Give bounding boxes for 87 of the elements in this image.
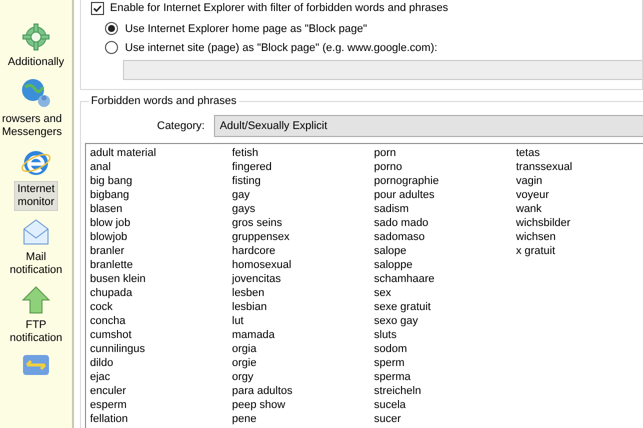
word-item[interactable]: sperm [374, 356, 405, 370]
word-item[interactable]: blasen [90, 202, 122, 216]
word-item[interactable]: sexe gratuit [374, 300, 431, 314]
word-item[interactable]: busen klein [90, 272, 146, 286]
sidebar-item[interactable]: Additionally [4, 54, 68, 71]
word-item[interactable]: chupada [90, 286, 132, 300]
radio-label: Use internet site (page) as "Block page" (e.g. www.google.com): [125, 42, 438, 54]
word-item[interactable]: concha [90, 314, 126, 328]
word-item[interactable]: transsexual [516, 160, 572, 174]
word-item[interactable]: pour adultes [374, 188, 435, 202]
word-item[interactable]: sadism [374, 202, 409, 216]
word-item[interactable]: sluts [374, 328, 397, 342]
word-item[interactable]: lesbian [232, 300, 267, 314]
word-item[interactable]: blow job [90, 216, 130, 230]
word-item[interactable]: big bang [90, 174, 132, 188]
word-item[interactable]: saloppe [374, 258, 413, 272]
word-item[interactable]: streicheln [374, 384, 422, 398]
word-item[interactable]: mamada [232, 328, 275, 342]
word-item[interactable]: porn [374, 146, 396, 160]
word-item[interactable]: sadomaso [374, 230, 425, 244]
word-item[interactable]: ejac [90, 370, 110, 384]
word-item[interactable]: wichsen [516, 230, 556, 244]
checkbox-label: Enable for Internet Explorer with filter of forbidden words and phrases [110, 2, 448, 14]
word-item[interactable]: fisting [232, 174, 261, 188]
checkbox[interactable] [91, 2, 104, 14]
sidebar-item[interactable]: FTP notification [6, 317, 66, 347]
word-item[interactable]: lut [232, 314, 244, 328]
word-item[interactable]: wichsbilder [516, 216, 570, 230]
word-item[interactable]: pene [232, 412, 256, 426]
word-item[interactable]: branlette [90, 258, 133, 272]
word-item[interactable]: tetas [516, 146, 540, 160]
category-label: Category: [157, 120, 205, 132]
word-item[interactable]: adult material [90, 146, 156, 160]
word-item[interactable]: branler [90, 244, 124, 258]
word-item[interactable]: schamhaare [374, 272, 435, 286]
radio-label: Use Internet Explorer home page as "Block page" [125, 22, 367, 34]
envelope-icon [21, 217, 51, 247]
word-item[interactable]: salope [374, 244, 406, 258]
sidebar-item[interactable]: Mail notification [6, 249, 66, 279]
word-item[interactable]: sodom [374, 342, 408, 356]
word-item[interactable]: voyeur [516, 188, 550, 202]
word-item[interactable]: gays [232, 202, 256, 216]
word-item[interactable]: hardcore [232, 244, 276, 258]
word-item[interactable]: porno [374, 160, 402, 174]
gear-icon [21, 22, 51, 52]
group-title: Forbidden words and phrases [89, 95, 239, 108]
word-item[interactable]: para adultos [232, 384, 293, 398]
word-item[interactable]: gruppensex [232, 230, 290, 244]
word-item[interactable]: jovencitas [232, 272, 281, 286]
word-item[interactable]: x gratuit [516, 244, 556, 258]
word-item[interactable]: sucela [374, 398, 406, 412]
category-dropdown[interactable]: Adult/Sexually Explicit [214, 115, 643, 137]
word-item[interactable]: vagin [516, 174, 542, 188]
word-item[interactable]: pornographie [374, 174, 439, 188]
word-item[interactable]: sperma [374, 370, 411, 384]
word-item[interactable]: wank [516, 202, 542, 216]
word-item[interactable]: orgia [232, 342, 256, 356]
radio-button[interactable] [105, 22, 118, 35]
word-item[interactable]: homosexual [232, 258, 292, 272]
word-item[interactable]: orgy [232, 370, 254, 384]
word-item[interactable]: enculer [90, 384, 126, 398]
word-item[interactable]: fetish [232, 146, 258, 160]
word-item[interactable]: anal [90, 160, 111, 174]
url-input-field[interactable] [123, 60, 642, 80]
up-arrow-icon [21, 285, 51, 315]
word-item[interactable]: sex [374, 286, 392, 300]
word-item[interactable]: fellation [90, 412, 128, 426]
word-item[interactable]: cock [90, 300, 113, 314]
word-item[interactable]: lesben [232, 286, 264, 300]
globe-icon [20, 77, 52, 109]
word-item[interactable]: dildo [90, 356, 114, 370]
sidebar-item[interactable]: rowsers and Messengers [0, 111, 65, 141]
word-item[interactable]: gros seins [232, 216, 282, 230]
word-item[interactable]: sado mado [374, 216, 428, 230]
word-item[interactable]: blowjob [90, 230, 128, 244]
word-item[interactable]: bigbang [90, 188, 130, 202]
word-item[interactable]: cumshot [90, 328, 132, 342]
word-item[interactable]: cunnilingus [90, 342, 146, 356]
word-item[interactable]: esperm [90, 398, 127, 412]
radio-button[interactable] [105, 41, 118, 54]
word-item[interactable]: peep show [232, 398, 286, 412]
word-item[interactable]: sucer [374, 412, 401, 426]
word-item[interactable]: sexo gay [374, 314, 418, 328]
word-item[interactable]: orgie [232, 356, 256, 370]
word-item[interactable]: gay [232, 188, 250, 202]
word-item[interactable]: fingered [232, 160, 272, 174]
sidebar-item[interactable]: Internet monitor [14, 181, 58, 211]
